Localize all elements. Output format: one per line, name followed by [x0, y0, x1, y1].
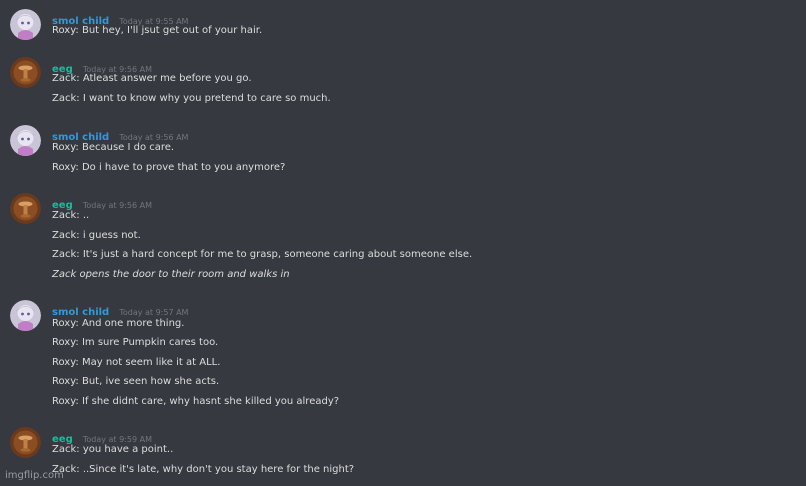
avatar[interactable] [10, 427, 41, 458]
message-line: Roxy: But hey, I'll jsut get out of your… [52, 25, 263, 36]
avatar[interactable] [10, 300, 41, 331]
avatar[interactable] [10, 57, 41, 88]
watermark: imgflip.com [5, 470, 64, 481]
message-line: Roxy: May not seem like it at ALL. [52, 357, 221, 368]
avatar[interactable] [10, 193, 41, 224]
action-line: Zack opens the door to their room and wa… [52, 269, 290, 280]
message-line: Zack: .. [52, 210, 90, 221]
message-line: Roxy: If she didnt care, why hasnt she k… [52, 396, 340, 407]
message-line: Zack: I want to know why you pretend to … [52, 93, 331, 104]
message-line: Roxy: And one more thing. [52, 318, 185, 329]
message-line: Zack: you have a point.. [52, 444, 174, 455]
message-line: Roxy: Because I do care. [52, 142, 175, 153]
message-line: Roxy: Im sure Pumpkin cares too. [52, 337, 219, 348]
message-line: Roxy: Do i have to prove that to you any… [52, 162, 286, 173]
chat-messages: smol child Today at 9:55 AM Roxy: But he… [0, 0, 806, 486]
message-line: Zack: It's just a hard concept for me to… [52, 249, 473, 260]
timestamp: Today at 9:56 AM [82, 201, 152, 210]
message-line: Zack: i guess not. [52, 230, 141, 241]
message-line: Zack: Atleast answer me before you go. [52, 73, 252, 84]
timestamp: Today at 9:57 AM [119, 308, 189, 317]
message-line: Roxy: But, ive seen how she acts. [52, 376, 220, 387]
message-line: Zack: ..Since it's late, why don't you s… [52, 464, 355, 475]
avatar[interactable] [10, 125, 41, 156]
avatar[interactable] [10, 9, 41, 40]
